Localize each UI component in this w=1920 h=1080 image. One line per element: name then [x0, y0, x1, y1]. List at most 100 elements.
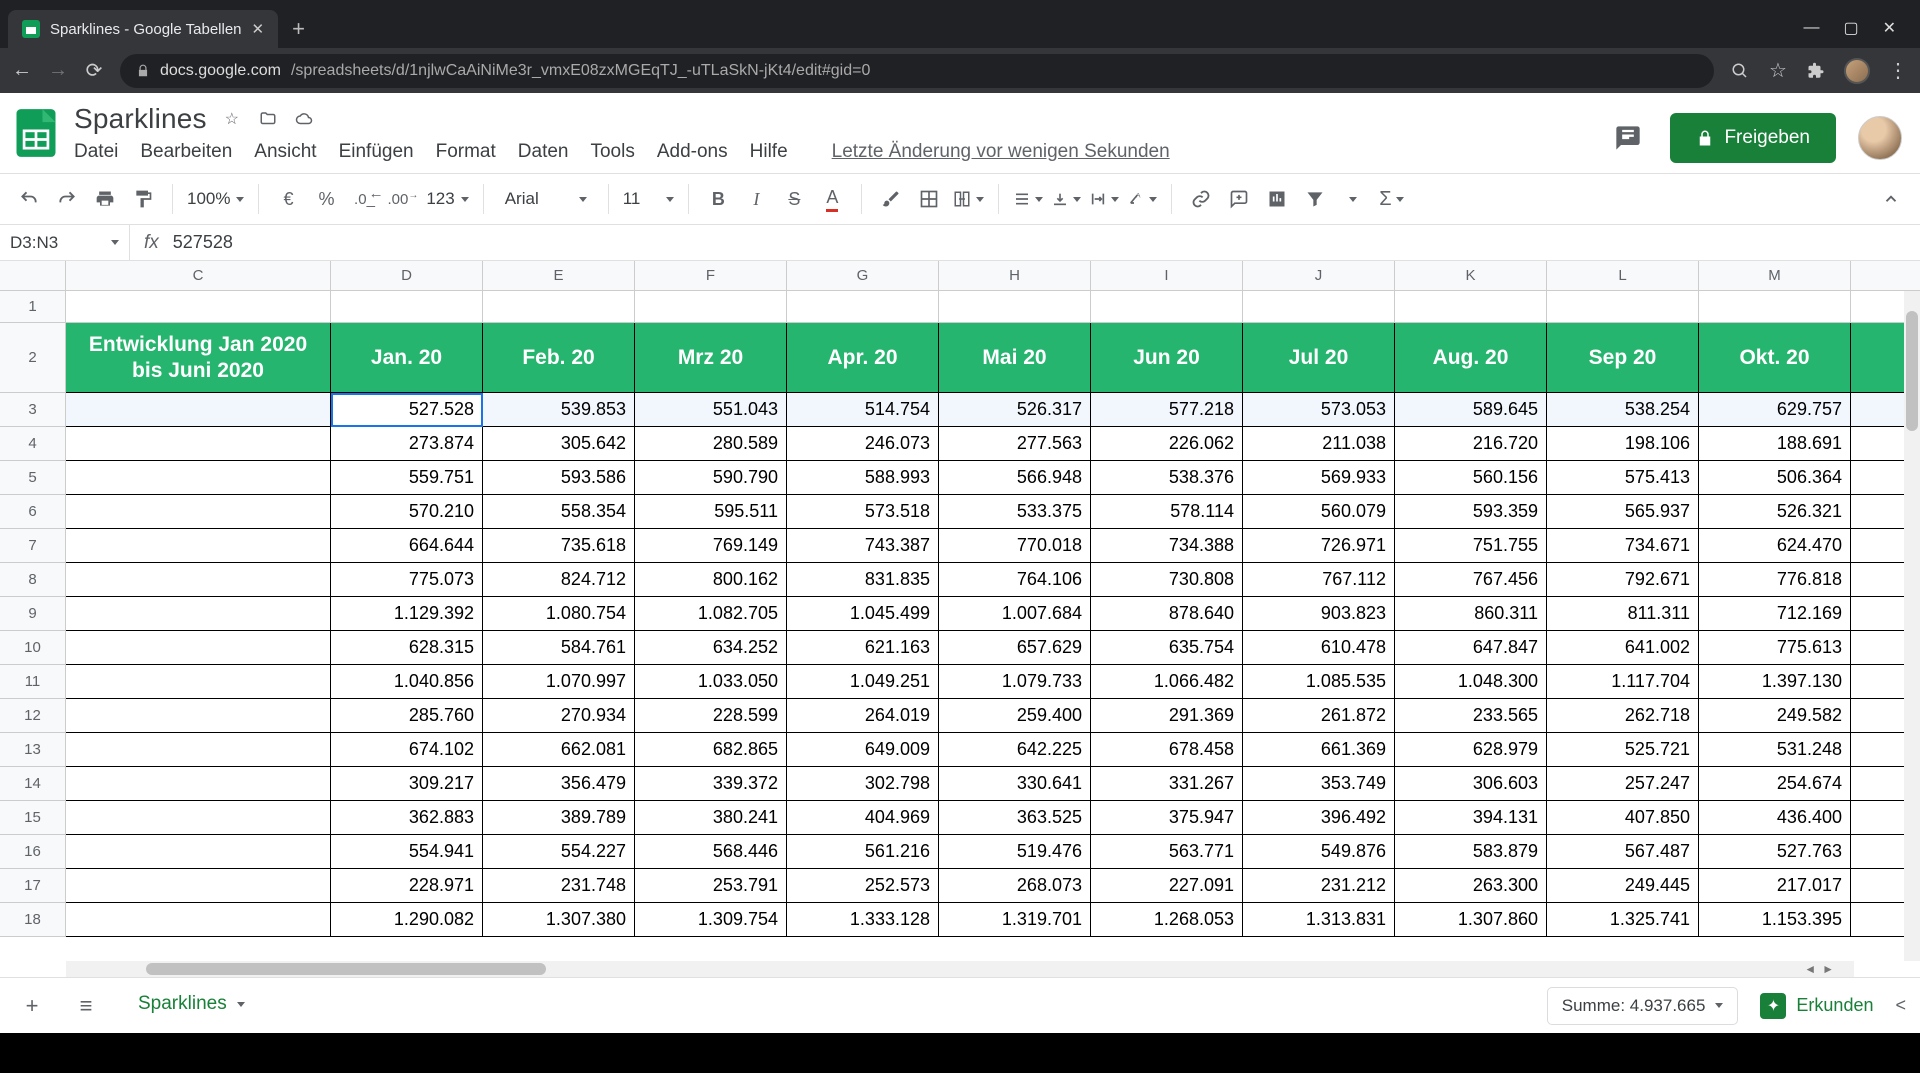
data-cell[interactable]: 621.163 [787, 631, 939, 665]
row-header[interactable]: 18 [0, 903, 66, 937]
data-cell[interactable]: 775.613 [1699, 631, 1851, 665]
data-cell[interactable]: 559.751 [331, 461, 483, 495]
data-cell[interactable]: 362.883 [331, 801, 483, 835]
col-header[interactable]: F [635, 261, 787, 291]
data-cell[interactable]: 558.354 [483, 495, 635, 529]
month-header-cell[interactable]: Aug. 20 [1395, 323, 1547, 393]
data-cell[interactable]: 642.225 [939, 733, 1091, 767]
data-cell[interactable]: 253.791 [635, 869, 787, 903]
back-icon[interactable]: ← [12, 61, 32, 81]
horizontal-scrollbar[interactable]: ◄► [66, 961, 1854, 977]
row-header[interactable]: 16 [0, 835, 66, 869]
data-cell[interactable]: 257.247 [1547, 767, 1699, 801]
data-cell[interactable]: 570.210 [331, 495, 483, 529]
data-cell[interactable]: 628.979 [1395, 733, 1547, 767]
cell[interactable] [1547, 291, 1699, 323]
data-cell[interactable]: 573.053 [1243, 393, 1395, 427]
data-cell[interactable]: 751.755 [1395, 529, 1547, 563]
minimize-icon[interactable]: — [1803, 19, 1819, 37]
currency-button[interactable]: € [273, 182, 303, 216]
month-header-cell[interactable]: Okt. 20 [1699, 323, 1851, 393]
data-cell[interactable]: 800.162 [635, 563, 787, 597]
insert-chart-icon[interactable] [1262, 182, 1292, 216]
col-header[interactable]: G [787, 261, 939, 291]
explore-button[interactable]: Erkunden [1760, 993, 1873, 1019]
row-header[interactable]: 7 [0, 529, 66, 563]
filter-views-button[interactable] [1338, 182, 1368, 216]
data-cell[interactable]: 569.933 [1243, 461, 1395, 495]
menu-hilfe[interactable]: Hilfe [750, 141, 788, 163]
cell[interactable] [66, 869, 331, 903]
col-header[interactable]: K [1395, 261, 1547, 291]
data-cell[interactable]: 305.642 [483, 427, 635, 461]
menu-ansicht[interactable]: Ansicht [254, 141, 316, 163]
data-cell[interactable]: 394.131 [1395, 801, 1547, 835]
data-cell[interactable]: 519.476 [939, 835, 1091, 869]
row-header[interactable]: 5 [0, 461, 66, 495]
cell[interactable] [66, 461, 331, 495]
undo-icon[interactable] [14, 182, 44, 216]
data-cell[interactable]: 531.248 [1699, 733, 1851, 767]
data-cell[interactable]: 533.375 [939, 495, 1091, 529]
data-cell[interactable]: 764.106 [939, 563, 1091, 597]
month-header-cell[interactable]: Mai 20 [939, 323, 1091, 393]
data-cell[interactable]: 567.487 [1547, 835, 1699, 869]
data-cell[interactable]: 249.445 [1547, 869, 1699, 903]
browser-tab[interactable]: Sparklines - Google Tabellen ✕ [8, 10, 278, 48]
data-cell[interactable]: 1.080.754 [483, 597, 635, 631]
data-cell[interactable]: 226.062 [1091, 427, 1243, 461]
font-size-select[interactable]: 11 [623, 189, 675, 209]
data-cell[interactable]: 280.589 [635, 427, 787, 461]
sheets-logo-icon[interactable] [10, 107, 62, 159]
add-sheet-button[interactable]: + [14, 988, 50, 1024]
data-cell[interactable]: 726.971 [1243, 529, 1395, 563]
month-header-cell[interactable]: Jan. 20 [331, 323, 483, 393]
cell[interactable] [66, 665, 331, 699]
data-cell[interactable]: 610.478 [1243, 631, 1395, 665]
data-cell[interactable]: 1.040.856 [331, 665, 483, 699]
cell[interactable] [66, 495, 331, 529]
data-cell[interactable]: 211.038 [1243, 427, 1395, 461]
data-cell[interactable]: 339.372 [635, 767, 787, 801]
borders-button[interactable] [914, 182, 944, 216]
col-header-stub[interactable] [1851, 261, 1920, 291]
cell[interactable] [483, 291, 635, 323]
menu-addons[interactable]: Add-ons [657, 141, 728, 163]
data-cell[interactable]: 233.565 [1395, 699, 1547, 733]
data-cell[interactable]: 554.227 [483, 835, 635, 869]
cell[interactable] [66, 291, 331, 323]
cell[interactable] [1243, 291, 1395, 323]
data-cell[interactable]: 396.492 [1243, 801, 1395, 835]
row-header[interactable]: 15 [0, 801, 66, 835]
menu-format[interactable]: Format [436, 141, 496, 163]
data-cell[interactable]: 554.941 [331, 835, 483, 869]
cell[interactable] [635, 291, 787, 323]
bold-button[interactable]: B [703, 182, 733, 216]
data-cell[interactable]: 1.319.701 [939, 903, 1091, 937]
row-header[interactable]: 14 [0, 767, 66, 801]
cell[interactable] [66, 427, 331, 461]
cell[interactable] [66, 767, 331, 801]
functions-button[interactable]: Σ [1376, 182, 1406, 216]
cell[interactable] [66, 699, 331, 733]
data-cell[interactable]: 227.091 [1091, 869, 1243, 903]
chrome-profile-avatar[interactable] [1844, 58, 1870, 84]
data-cell[interactable]: 1.307.860 [1395, 903, 1547, 937]
data-cell[interactable]: 629.757 [1699, 393, 1851, 427]
move-icon[interactable] [257, 108, 279, 130]
rotate-text-button[interactable]: A [1127, 182, 1157, 216]
table-title-cell[interactable]: Entwicklung Jan 2020bis Juni 2020 [66, 323, 331, 393]
data-cell[interactable]: 674.102 [331, 733, 483, 767]
data-cell[interactable]: 1.079.733 [939, 665, 1091, 699]
account-avatar[interactable] [1858, 116, 1902, 160]
url-bar[interactable]: docs.google.com/spreadsheets/d/1njlwCaAi… [120, 54, 1714, 88]
reload-icon[interactable]: ⟳ [84, 61, 104, 81]
data-cell[interactable]: 589.645 [1395, 393, 1547, 427]
cell[interactable] [66, 563, 331, 597]
data-cell[interactable]: 560.156 [1395, 461, 1547, 495]
data-cell[interactable]: 1.049.251 [787, 665, 939, 699]
data-cell[interactable]: 1.313.831 [1243, 903, 1395, 937]
data-cell[interactable]: 743.387 [787, 529, 939, 563]
data-cell[interactable]: 566.948 [939, 461, 1091, 495]
cell[interactable] [66, 393, 331, 427]
